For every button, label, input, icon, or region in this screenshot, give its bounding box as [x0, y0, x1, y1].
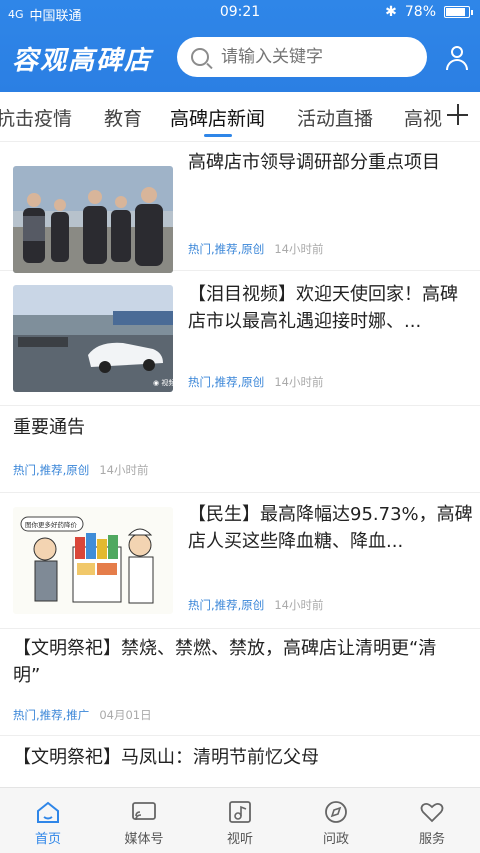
news-item[interactable]: ◉ 视频 【泪目视频】欢迎天使回家！高碑店市以最高礼遇迎接时娜、... 热门,推… [0, 271, 480, 406]
tab-epidemic[interactable]: 抗击疫情 [0, 104, 72, 131]
news-thumbnail: ◉ 视频 [13, 285, 173, 392]
news-thumbnail [13, 166, 173, 273]
news-time: 04月01日 [99, 708, 152, 722]
nav-label: 问政 [322, 832, 349, 847]
news-time: 14小时前 [99, 463, 149, 477]
news-title: 高碑店市领导调研部分重点项目 [188, 152, 440, 173]
status-bar: 4G 中国联通 09:21 ✱ 78% [0, 0, 480, 26]
search-icon [191, 48, 209, 66]
tab-gbd-news[interactable]: 高碑店新闻 [170, 104, 265, 131]
home-icon [35, 800, 61, 824]
news-item[interactable]: 【文明祭祀】马凤山：清明节前忆父母 [0, 736, 480, 787]
news-item[interactable]: 重要通告 热门,推荐,原创 14小时前 [0, 406, 480, 493]
bluetooth-icon: ✱ [385, 4, 397, 20]
news-time: 14小时前 [274, 242, 324, 256]
search-input[interactable] [221, 47, 411, 67]
news-item[interactable]: 【文明祭祀】禁烧、禁燃、禁放，高碑店让清明更“清明” 热门,推荐,推广 04月01… [0, 629, 480, 736]
music-icon [227, 800, 253, 824]
top-bar: 4G 中国联通 09:21 ✱ 78% 容观高碑店 [0, 0, 480, 92]
compass-icon [323, 800, 349, 824]
news-meta: 热门,推荐,推广 04月01日 [13, 707, 152, 723]
news-time: 14小时前 [274, 375, 324, 389]
app-logo[interactable]: 容观高碑店 [12, 40, 152, 77]
channel-tabs: 抗击疫情 教育 高碑店新闻 活动直播 高视 [0, 92, 480, 142]
tab-education[interactable]: 教育 [104, 104, 142, 131]
news-title: 【文明祭祀】马凤山：清明节前忆父母 [13, 747, 319, 768]
news-meta: 热门,推荐,原创 14小时前 [188, 241, 323, 257]
nav-home[interactable]: 首页 [0, 788, 96, 853]
cast-icon [131, 800, 157, 824]
svg-text:图你更多好药降价: 图你更多好药降价 [25, 520, 78, 529]
nav-label: 视听 [226, 832, 253, 847]
nav-service[interactable]: 服务 [384, 788, 480, 853]
nav-label: 服务 [418, 832, 445, 847]
news-item[interactable]: 高碑店市领导调研部分重点项目 热门,推荐,原创 14小时前 [0, 143, 480, 273]
active-tab-indicator [204, 134, 232, 137]
news-tags: 热门,推荐,原创 [188, 598, 265, 612]
news-title: 重要通告 [13, 417, 85, 438]
battery-percent: 78% [404, 4, 436, 20]
news-tags: 热门,推荐,原创 [13, 463, 90, 477]
news-thumbnail: 图你更多好药降价 [13, 507, 173, 614]
svg-text:◉ 视频: ◉ 视频 [153, 378, 173, 387]
nav-media[interactable]: 媒体号 [96, 788, 192, 853]
search-box[interactable] [177, 37, 427, 77]
news-title: 【泪目视频】欢迎天使回家！高碑店市以最高礼遇迎接时娜、... [188, 284, 458, 332]
news-title: 【文明祭祀】禁烧、禁燃、禁放，高碑店让清明更“清明” [13, 638, 437, 686]
news-tags: 热门,推荐,推广 [13, 708, 90, 722]
news-meta: 热门,推荐,原创 14小时前 [188, 597, 323, 613]
news-time: 14小时前 [274, 598, 324, 612]
news-meta: 热门,推荐,原创 14小时前 [13, 462, 148, 478]
user-icon[interactable] [444, 45, 470, 71]
bottom-nav: 首页 媒体号 视听 问政 服务 [0, 787, 480, 853]
nav-label: 媒体号 [124, 832, 164, 847]
nav-audiovisual[interactable]: 视听 [192, 788, 288, 853]
news-item[interactable]: 图你更多好药降价 【民生】最高降幅达95.73%，高碑店人买这些降血糖、降血..… [0, 493, 480, 629]
tab-video[interactable]: 高视 [404, 104, 442, 131]
nav-politics[interactable]: 问政 [288, 788, 384, 853]
news-tags: 热门,推荐,原创 [188, 242, 265, 256]
heart-icon [419, 800, 445, 824]
news-meta: 热门,推荐,原创 14小时前 [188, 374, 323, 390]
add-channel-icon[interactable] [444, 98, 472, 134]
tab-live[interactable]: 活动直播 [297, 104, 373, 131]
battery-icon [444, 6, 473, 18]
news-title: 【民生】最高降幅达95.73%，高碑店人买这些降血糖、降血... [188, 504, 473, 552]
nav-label: 首页 [34, 832, 61, 847]
news-tags: 热门,推荐,原创 [188, 375, 265, 389]
